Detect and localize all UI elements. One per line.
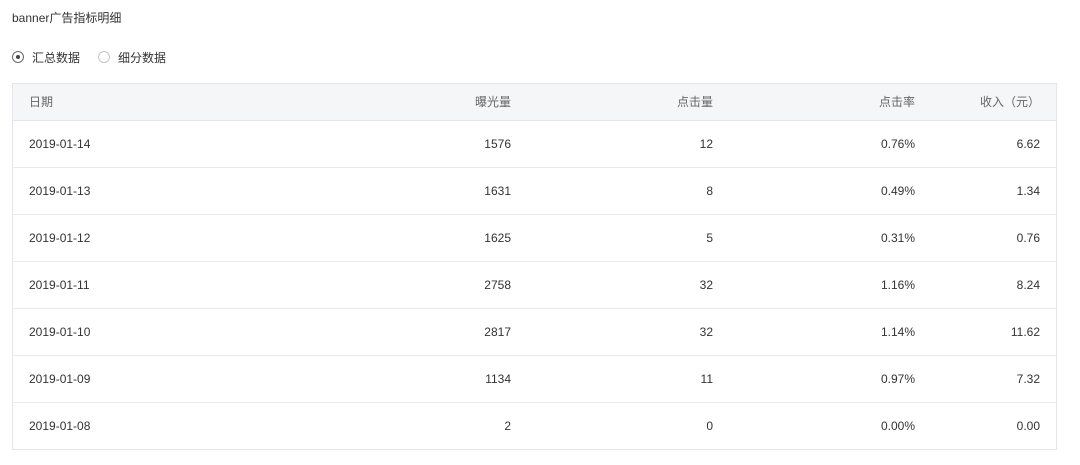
cell-date: 2019-01-14 (29, 136, 91, 151)
metrics-table-container: 日期 曝光量 点击量 点击率 收入（元） 2019-01-14 1576 12 … (12, 83, 1057, 450)
cell-ctr: 1.14% (729, 307, 931, 355)
cell-revenue: 8.24 (931, 260, 1056, 308)
radio-unchecked-icon[interactable] (98, 51, 111, 63)
cell-revenue: 0.00 (931, 401, 1056, 449)
cell-exposure: 1631 (265, 166, 527, 214)
cell-ctr: 0.97% (729, 354, 931, 402)
column-header-ctr: 点击率 (729, 84, 931, 121)
page-title: banner广告指标明细 (12, 11, 122, 25)
metrics-table: 日期 曝光量 点击量 点击率 收入（元） 2019-01-14 1576 12 … (13, 84, 1056, 449)
column-header-exposure: 曝光量 (265, 84, 527, 121)
radio-summary-label: 汇总数据 (32, 50, 81, 65)
cell-ctr: 0.31% (729, 213, 931, 261)
radio-summary-data[interactable]: 汇总数据 (12, 49, 80, 66)
cell-ctr: 0.76% (880, 136, 915, 151)
table-header: 日期 曝光量 点击量 点击率 收入（元） (13, 84, 1056, 121)
column-header-revenue: 收入（元） (931, 84, 1056, 121)
table-row: 2019-01-12 1625 5 0.31% 0.76 (13, 213, 1056, 261)
table-header-row: 日期 曝光量 点击量 点击率 收入（元） (13, 84, 1056, 121)
cell-exposure: 1625 (265, 213, 527, 261)
cell-date: 2019-01-13 (13, 166, 265, 214)
radio-detail-label: 细分数据 (118, 50, 167, 65)
cell-revenue: 1.34 (931, 166, 1056, 214)
cell-clicks: 12 (699, 136, 713, 151)
cell-exposure: 1134 (265, 354, 527, 402)
table-row: 2019-01-13 1631 8 0.49% 1.34 (13, 166, 1056, 214)
cell-ctr: 0.49% (729, 166, 931, 214)
table-row: 2019-01-11 2758 32 1.16% 8.24 (13, 260, 1056, 308)
column-header-date: 日期 (13, 84, 265, 121)
cell-date: 2019-01-10 (13, 307, 265, 355)
radio-checked-icon[interactable] (12, 51, 24, 63)
cell-ctr: 0.00% (729, 401, 931, 449)
cell-clicks: 32 (527, 260, 729, 308)
cell-clicks: 32 (527, 307, 729, 355)
radio-detail-data[interactable]: 细分数据 (98, 49, 166, 66)
table-row: 2019-01-08 2 0 0.00% 0.00 (13, 401, 1056, 449)
table-row: 2019-01-09 1134 11 0.97% 7.32 (13, 354, 1056, 402)
cell-clicks: 5 (527, 213, 729, 261)
cell-date: 2019-01-12 (13, 213, 265, 261)
cell-clicks: 8 (527, 166, 729, 214)
cell-exposure: 2 (265, 401, 527, 449)
table-row: 2019-01-10 2817 32 1.14% 11.62 (13, 307, 1056, 355)
cell-exposure: 2758 (265, 260, 527, 308)
cell-exposure: 1576 (484, 136, 511, 151)
cell-date: 2019-01-08 (13, 401, 265, 449)
cell-clicks: 11 (527, 354, 729, 402)
column-header-clicks: 点击量 (527, 84, 729, 121)
cell-date: 2019-01-09 (13, 354, 265, 402)
cell-date: 2019-01-11 (13, 260, 265, 308)
cell-exposure: 2817 (265, 307, 527, 355)
cell-ctr: 1.16% (729, 260, 931, 308)
cell-revenue: 7.32 (931, 354, 1056, 402)
table-body: 2019-01-14 1576 12 0.76% 6.62 2019-01-13… (13, 120, 1056, 449)
cell-revenue: 0.76 (931, 213, 1056, 261)
cell-revenue: 6.62 (1016, 136, 1040, 151)
table-row: 2019-01-14 1576 12 0.76% 6.62 (13, 120, 1056, 167)
cell-clicks: 0 (527, 401, 729, 449)
cell-revenue: 11.62 (931, 307, 1056, 355)
view-mode-radio-group: 汇总数据 细分数据 (12, 48, 184, 66)
